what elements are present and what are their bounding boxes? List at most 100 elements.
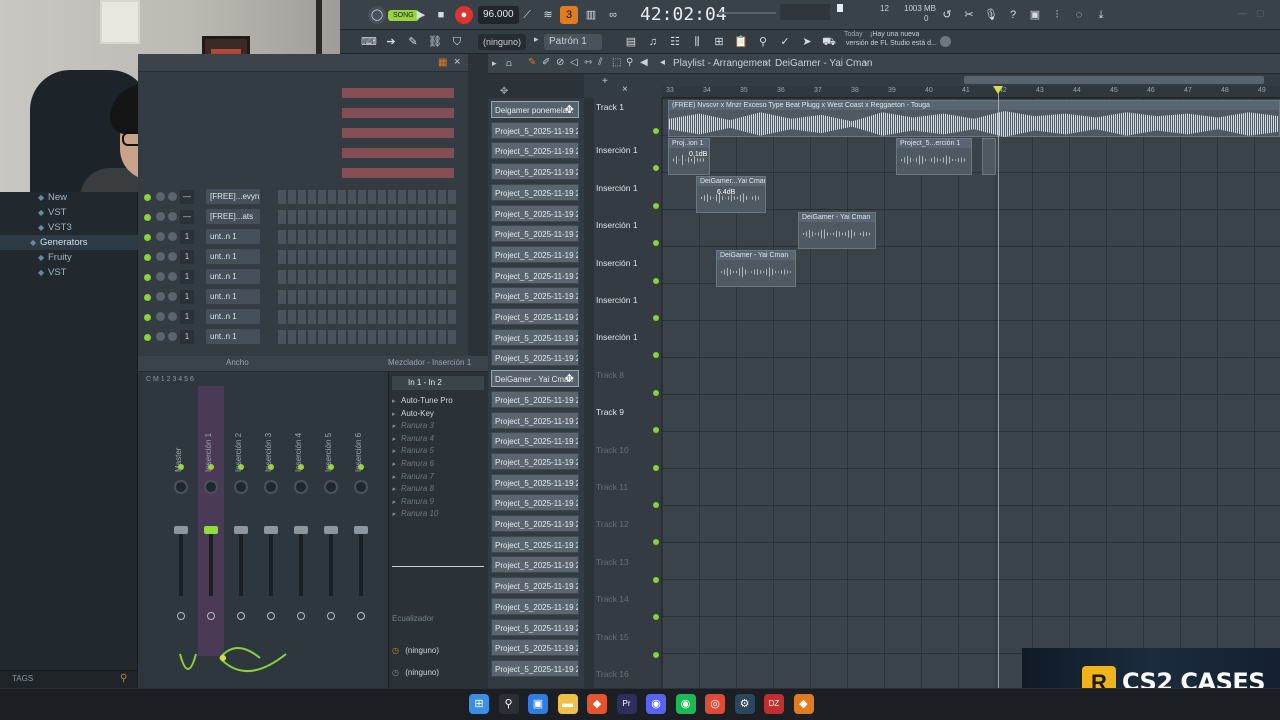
draw-tool-icon[interactable]: ✎: [528, 57, 536, 68]
cart-icon[interactable]: ⛟: [820, 33, 838, 51]
channel-pan-knob[interactable]: [156, 252, 165, 261]
mixer-pan-knob[interactable]: [294, 480, 308, 494]
track-enable-led[interactable]: [653, 202, 659, 209]
track-enable-led[interactable]: [653, 277, 659, 284]
fx-slot[interactable]: ▸ Ranura 5: [392, 445, 484, 457]
mixer-fader-handle[interactable]: [204, 526, 218, 534]
track-name[interactable]: Track 8: [596, 368, 660, 382]
discord-icon[interactable]: ◉: [646, 694, 666, 714]
premiere-icon[interactable]: Pr: [616, 694, 637, 714]
track-name[interactable]: Inserción 1: [596, 256, 660, 270]
channel-row[interactable]: — [FREE]...evyn2: [138, 188, 468, 206]
channel-rack-icon[interactable]: ☷: [666, 33, 684, 51]
mixer-fader-track[interactable]: [179, 526, 183, 596]
play-button[interactable]: ▶: [412, 6, 430, 24]
mixer-fader-track[interactable]: [239, 526, 243, 596]
channel-pan-knob[interactable]: [156, 212, 165, 221]
channel-pan-knob[interactable]: [156, 312, 165, 321]
mixer-route-button[interactable]: [267, 612, 275, 620]
chat-icon[interactable]: ◌: [1070, 6, 1088, 24]
playback-tool-icon[interactable]: ◀: [640, 57, 648, 68]
track-name[interactable]: Track 14: [596, 592, 660, 606]
mixer-fader-handle[interactable]: [294, 526, 308, 534]
audio-clip[interactable]: DeiGamer - Yai Cman: [716, 250, 796, 287]
send-select-1[interactable]: ◷ (ninguno): [392, 644, 484, 658]
wait-input-icon[interactable]: ≋: [539, 6, 557, 24]
channel-volume-knob[interactable]: [168, 292, 177, 301]
channel-mixer-track[interactable]: —: [180, 190, 194, 204]
pattern-item[interactable]: Project_5_2025-11-19 2...: [491, 245, 579, 263]
browser-item-generators[interactable]: ◆ Generators: [0, 235, 138, 250]
channel-mute-led[interactable]: [144, 194, 151, 201]
mixer-pan-knob[interactable]: [354, 480, 368, 494]
mixer-route-button[interactable]: [177, 612, 185, 620]
tags-search-icon[interactable]: ⚲: [120, 673, 127, 684]
playlist-current-pattern[interactable]: DeiGamer - Yai Cman: [775, 58, 872, 69]
playlist-icon[interactable]: ▤: [622, 33, 640, 51]
channel-volume-knob[interactable]: [168, 212, 177, 221]
mixer-fader-track[interactable]: [299, 526, 303, 596]
playlist-play-icon[interactable]: ▸: [492, 58, 497, 69]
pattern-item[interactable]: Project_5_2025-11-19 2...: [491, 452, 579, 470]
fl-studio-icon[interactable]: ◆: [793, 694, 814, 714]
track-enable-led[interactable]: [653, 651, 659, 658]
pattern-item[interactable]: Project_5_2025-11-19 2...: [491, 639, 579, 657]
track-name[interactable]: Inserción 1: [596, 330, 660, 344]
piano-roll-icon[interactable]: ♫: [644, 33, 662, 51]
track-enable-led[interactable]: [653, 464, 659, 471]
channel-step-sequencer[interactable]: [278, 330, 458, 344]
record-button[interactable]: ●: [455, 6, 473, 24]
mixer-strip-led[interactable]: [268, 464, 274, 470]
fx-slot[interactable]: ▸ Ranura 10: [392, 508, 484, 520]
pattern-item[interactable]: Project_5_2025-11-19 2...: [491, 556, 579, 574]
mixer-strip[interactable]: Inserción 1: [198, 386, 224, 656]
audio-clip[interactable]: DeiGamer - Yai Cman: [798, 212, 876, 249]
download-icon[interactable]: ⤓: [1092, 6, 1110, 24]
fx-slot[interactable]: ▸ Ranura 4: [392, 433, 484, 445]
pattern-picker-toggle-icon[interactable]: ✥: [500, 86, 508, 97]
fx-slot[interactable]: ▸ Auto-Tune Pro: [392, 395, 484, 407]
pattern-item[interactable]: Project_5_2025-11-19 2...: [491, 494, 579, 512]
link-icon[interactable]: ⛓: [426, 33, 444, 51]
mixer-fader-handle[interactable]: [264, 526, 278, 534]
hierarchy-icon[interactable]: ⊞: [710, 33, 728, 51]
channel-volume-knob[interactable]: [168, 272, 177, 281]
channel-mute-led[interactable]: [144, 294, 151, 301]
windows-start-icon[interactable]: ⊞: [469, 694, 489, 714]
playlist-arrow-icon[interactable]: ◂: [660, 57, 665, 68]
pencil-icon[interactable]: ✎: [404, 33, 422, 51]
mixer-strip[interactable]: Master: [168, 386, 194, 656]
track-enable-led[interactable]: [653, 128, 659, 134]
pattern-arrow-icon[interactable]: ▸: [534, 34, 542, 50]
browser-item-vst[interactable]: ◆ VST: [0, 205, 138, 220]
track-name[interactable]: Inserción 1: [596, 218, 660, 232]
track-enable-led[interactable]: [653, 502, 659, 508]
pat-song-toggle[interactable]: ◯: [368, 6, 386, 24]
channel-mixer-track[interactable]: 1: [180, 290, 194, 304]
channel-mute-led[interactable]: [144, 314, 151, 321]
maximize-icon[interactable]: ▢: [1256, 8, 1268, 18]
mixer-strip-led[interactable]: [178, 464, 184, 470]
song-time-display[interactable]: 42:02:04: [640, 4, 727, 25]
mixer-strip-led[interactable]: [208, 464, 214, 470]
metronome-icon[interactable]: ⟋: [518, 6, 536, 24]
browser-item-fruity[interactable]: ◆ Fruity: [0, 250, 138, 265]
mixer-strip-led[interactable]: [238, 464, 244, 470]
steam-icon[interactable]: ⚙: [734, 694, 755, 714]
mixer-strip[interactable]: Inserción 5: [318, 386, 344, 656]
pattern-item[interactable]: Project_5_2025-11-19 2...: [491, 163, 579, 181]
channel-name-button[interactable]: unt..n 1: [206, 329, 260, 344]
channel-step-sequencer[interactable]: [278, 270, 458, 284]
channel-pan-knob[interactable]: [156, 272, 165, 281]
pattern-item[interactable]: Project_5_2025-11-19 2...: [491, 597, 579, 615]
help-icon[interactable]: ?: [1004, 6, 1022, 24]
send-select-2[interactable]: ◷ (ninguno): [392, 666, 484, 680]
channel-mixer-track[interactable]: 1: [180, 330, 194, 344]
mixer-pan-knob[interactable]: [264, 480, 278, 494]
mixer-input-route[interactable]: In 1 - In 2: [392, 376, 484, 390]
loop-record-icon[interactable]: ∞: [604, 6, 622, 24]
mixer-fader-track[interactable]: [359, 526, 363, 596]
track-name[interactable]: Track 13: [596, 555, 660, 569]
plugin-icon[interactable]: ⚲: [754, 33, 772, 51]
channel-step-sequencer[interactable]: [278, 210, 458, 224]
